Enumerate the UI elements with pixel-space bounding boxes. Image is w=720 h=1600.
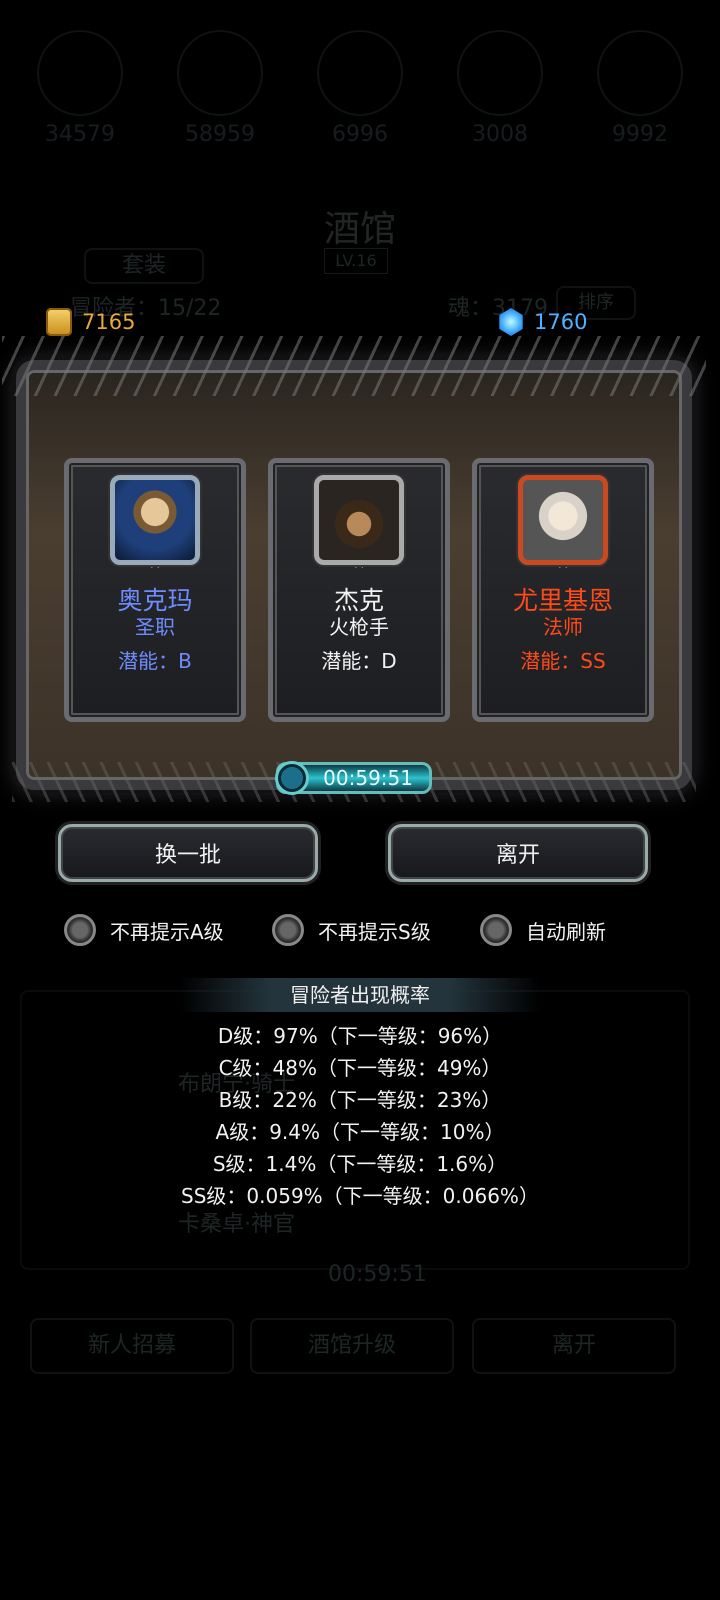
gold-amount: 7165 [82,310,136,334]
probability-line: B级：22%（下一等级：23%） [218,1088,502,1112]
option-label: 不再提示S级 [318,919,431,944]
option-auto-refresh[interactable]: 自动刷新 [480,914,606,946]
leave-label: 离开 [495,843,540,868]
option-no-remind-a[interactable]: 不再提示A级 [64,914,224,946]
probability-line: C级：48%（下一等级：49%） [218,1056,502,1080]
probability-line: A级：9.4%（下一等级：10%） [215,1120,505,1144]
hero-potential: 潜能：D [321,649,397,673]
hero-card[interactable]: ★ 杰克 火枪手 潜能：D [268,458,450,722]
probability-panel: 冒险者出现概率 D级：97%（下一等级：96%） C级：48%（下一等级：49%… [0,978,720,1212]
gold-display: 7165 [46,308,135,336]
hero-job: 法师 [543,615,583,639]
refresh-batch-label: 换一批 [154,843,221,868]
background-resource: 34579 [30,30,130,147]
blue-gem-icon [499,308,523,336]
clock-icon [275,761,309,795]
option-label: 不再提示A级 [110,919,224,944]
probability-list: D级：97%（下一等级：96%） C级：48%（下一等级：49%） B级：22%… [0,1020,720,1212]
option-label: 自动刷新 [526,919,606,944]
probability-line: SS级：0.059%（下一等级：0.066%） [181,1184,539,1208]
probability-line: S级：1.4%（下一等级：1.6%） [212,1152,508,1176]
background-resource: 58959 [170,30,270,147]
hero-name: 尤里基恩 [512,586,613,615]
hero-card[interactable]: ★ 尤里基恩 法师 潜能：SS [472,458,654,722]
gem-amount: 1760 [534,310,588,334]
radio-button[interactable] [64,914,96,946]
radio-button[interactable] [480,914,512,946]
radio-button[interactable] [272,914,304,946]
background-leave-button: 离开 [472,1318,676,1374]
leave-button[interactable]: 离开 [388,824,648,882]
hero-card-list: ★ 奥克玛 圣职 潜能：B ★ 杰克 火枪手 潜能：D ★ 尤里基恩 法师 潜能… [64,458,654,722]
hero-card[interactable]: ★ 奥克玛 圣职 潜能：B [64,458,246,722]
background-suit-button: 套装 [84,248,204,284]
background-recruit-button: 新人招募 [30,1318,234,1374]
recruit-dialog-frame: ★ 奥克玛 圣职 潜能：B ★ 杰克 火枪手 潜能：D ★ 尤里基恩 法师 潜能… [2,336,706,802]
probability-title: 冒险者出现概率 [180,978,540,1012]
gold-coins-icon [46,308,72,336]
hero-portrait [518,475,608,565]
hero-potential: 潜能：B [118,649,192,673]
hero-portrait [314,475,404,565]
background-level: LV.16 [324,248,388,274]
background-resource: 9992 [590,30,690,147]
hero-portrait [110,475,200,565]
refresh-batch-button[interactable]: 换一批 [58,824,318,882]
option-no-remind-s[interactable]: 不再提示S级 [272,914,431,946]
hero-potential: 潜能：SS [520,649,606,673]
background-resource: 3008 [450,30,550,147]
hero-job: 火枪手 [329,615,389,639]
gem-display: 1760 [498,308,587,336]
background-timer: 00:59:51 [328,1262,427,1287]
background-title: 酒馆 [323,209,396,250]
background-upgrade-button: 酒馆升级 [250,1318,454,1374]
background-resource: 6996 [310,30,410,147]
hero-name: 杰克 [333,586,384,615]
hero-job: 圣职 [135,615,175,639]
probability-line: D级：97%（下一等级：96%） [217,1024,503,1048]
background-resource-bar: 34579 58959 6996 3008 9992 [30,30,690,147]
refresh-timer: 00:59:51 [275,761,432,795]
hero-name: 奥克玛 [117,586,193,615]
timer-text: 00:59:51 [323,766,413,790]
